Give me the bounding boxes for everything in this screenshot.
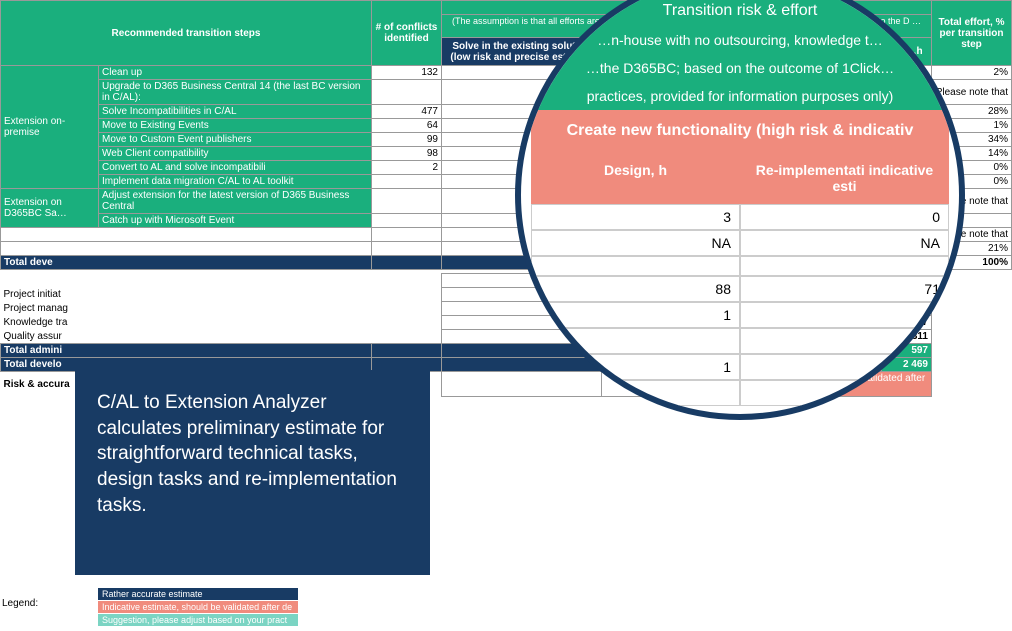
legend-accurate: Rather accurate estimate (98, 588, 298, 600)
cleanup-conflicts: 132 (372, 66, 442, 80)
step-data-migration: Implement data migration C/AL to AL tool… (99, 175, 372, 189)
step-cleanup: Clean up (99, 66, 372, 80)
col-conflicts-header: # of conflicts identified (372, 1, 442, 66)
step-upgrade: Upgrade to D365 Business Central 14 (the… (99, 80, 372, 105)
mag-r1b: 0 (740, 204, 949, 230)
mag-title-2: …n-house with no outsourcing, knowledge … (531, 26, 949, 54)
legend-swatches: Rather accurate estimate Indicative esti… (98, 588, 298, 627)
mag-r4a: 1 (531, 302, 740, 328)
legend-indicative: Indicative estimate, should be validated… (98, 601, 298, 613)
total-dev-label: Total deve (1, 256, 372, 270)
s7-conflicts: 2 (372, 161, 442, 175)
mag-design-header: Design, h (531, 152, 740, 204)
mag-title-4: practices, provided for information purp… (531, 82, 949, 110)
step-solve-incompat: Solve Incompatibilities in C/AL (99, 105, 372, 119)
knowledge-label: Knowledge tra (1, 316, 372, 330)
proj-manage-label: Project manag (1, 302, 372, 316)
mag-r3b: 71 (740, 276, 949, 302)
legend-suggestion: Suggestion, please adjust based on your … (98, 614, 298, 626)
col-total-effort-header: Total effort, % per transition step (932, 1, 1012, 66)
mag-r2b: NA (740, 230, 949, 256)
mag-r4b: 1 (740, 302, 949, 328)
mag-reimpl-header: Re-implementati indicative esti (740, 152, 949, 204)
s5-conflicts: 99 (372, 133, 442, 147)
group-ext-saas: Extension on D365BC Sa… (1, 189, 99, 228)
s6-conflicts: 98 (372, 147, 442, 161)
cleanup-pct: 2% (932, 66, 1012, 80)
callout-box: C/AL to Extension Analyzer calculates pr… (75, 370, 430, 575)
mag-r2a: NA (531, 230, 740, 256)
group-ext-onprem: Extension on-premise (1, 66, 99, 189)
qa-label: Quality assur (1, 330, 372, 344)
col-steps-header: Recommended transition steps (1, 1, 372, 66)
step-existing-events: Move to Existing Events (99, 119, 372, 133)
mag-create-new: Create new functionality (high risk & in… (531, 110, 949, 152)
mag-r3a: 88 (531, 276, 740, 302)
step-convert-al: Convert to AL and solve incompatibili (99, 161, 372, 175)
step-web-client: Web Client compatibility (99, 147, 372, 161)
s4-conflicts: 64 (372, 119, 442, 133)
total-admin-label: Total admini (1, 344, 372, 358)
mag-title-3: …the D365BC; based on the outcome of 1Cl… (531, 54, 949, 82)
legend-label: Legend: (2, 598, 38, 609)
proj-init-label: Project initiat (1, 288, 372, 302)
mag-r1a: 3 (531, 204, 740, 230)
step-custom-events: Move to Custom Event publishers (99, 133, 372, 147)
s3-conflicts: 477 (372, 105, 442, 119)
step-adjust-ext: Adjust extension for the latest version … (99, 189, 372, 214)
step-catchup: Catch up with Microsoft Event (99, 214, 372, 228)
